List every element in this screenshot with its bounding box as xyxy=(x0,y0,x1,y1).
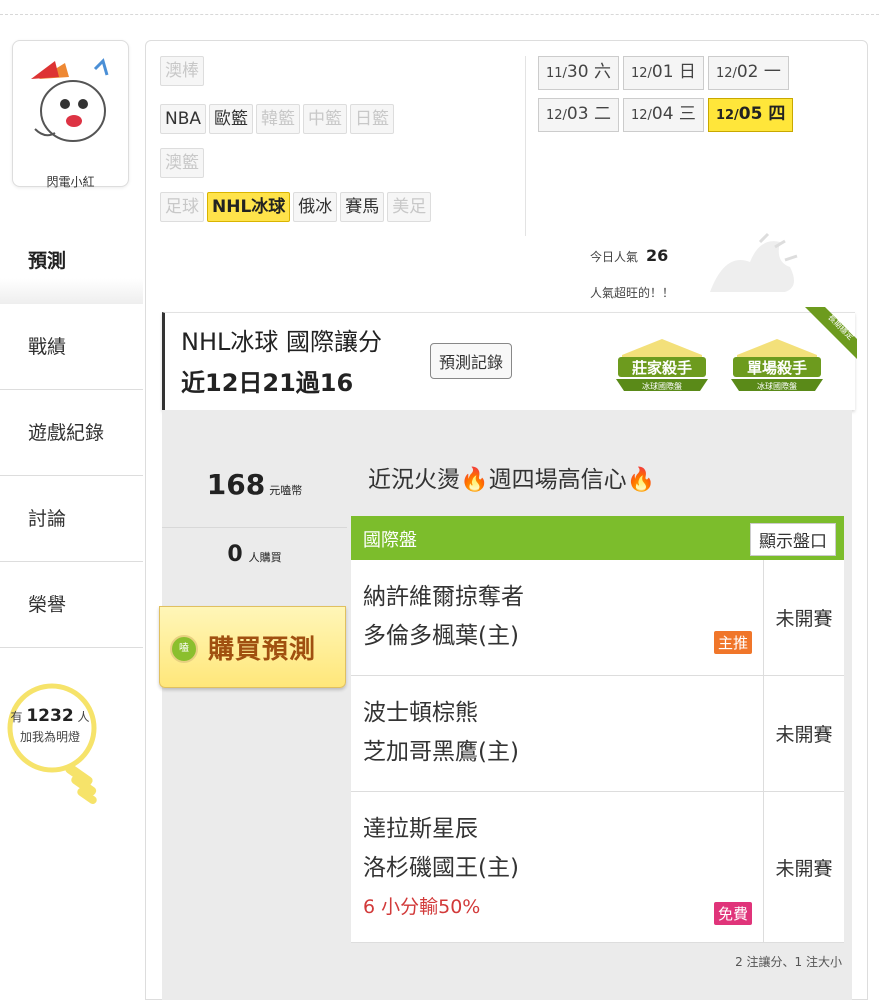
date-month: 11/ xyxy=(546,66,567,81)
user-card[interactable]: 閃電小紅 xyxy=(12,40,129,189)
buyer-unit: 人購買 xyxy=(248,551,282,564)
nav-item-prediction[interactable]: 預測 xyxy=(0,218,143,304)
date-day: 03 二 xyxy=(566,104,611,124)
nav-item-record[interactable]: 戰績 xyxy=(0,304,143,390)
away-team: 納許維爾掠奪者 xyxy=(363,584,524,610)
prediction-title: NHL冰球 國際讓分 xyxy=(181,328,382,356)
date-chip[interactable]: 12/02 一 xyxy=(707,56,789,90)
price-divider xyxy=(162,527,347,528)
date-month: 12/ xyxy=(630,66,652,81)
game-teams: 達拉斯星辰 洛杉磯國王(主) 6 小分輸50% xyxy=(363,810,519,927)
home-team: 洛杉磯國王(主) xyxy=(363,855,519,881)
date-day: 04 三 xyxy=(651,104,696,124)
home-team: 多倫多楓葉(主) xyxy=(363,623,519,649)
date-day: 05 四 xyxy=(738,104,786,124)
date-day: 02 一 xyxy=(736,62,781,82)
date-chip[interactable]: 12/04 三 xyxy=(622,98,704,132)
price-value: 168 xyxy=(206,468,266,501)
date-chip[interactable]: 12/03 二 xyxy=(538,98,619,132)
game-teams: 納許維爾掠奪者 多倫多楓葉(主) xyxy=(363,578,524,656)
prediction-body: 168 元嗑幣 0 人購買 嗑 購買預測 近況火燙🔥週四場高信心🔥 國際盤 顯示盤口… xyxy=(159,410,852,1000)
popularity: 今日人氣 26 xyxy=(590,246,668,265)
fan-number: 1232 xyxy=(26,706,74,726)
sport-chip[interactable]: 澳棒 xyxy=(160,56,204,86)
show-odds-button[interactable]: 顯示盤口 xyxy=(750,523,836,556)
sport-chip[interactable]: 歐籃 xyxy=(209,104,254,134)
prediction-header: NHL冰球 國際讓分 近12日21過16 預測記錄 莊家殺手 冰球國際盤 單場殺… xyxy=(162,307,857,410)
game-row: 達拉斯星辰 洛杉磯國王(主) 6 小分輸50% 免費 未開賽 xyxy=(351,792,844,943)
coin-icon: 嗑 xyxy=(170,635,198,663)
sport-chip[interactable]: 澳籃 xyxy=(160,148,204,178)
avatar xyxy=(25,49,115,159)
date-month: 12/ xyxy=(630,108,652,123)
away-team: 波士頓棕熊 xyxy=(363,700,478,726)
sport-chip[interactable]: 俄冰 xyxy=(293,192,338,222)
bookmaker-killer-badge: 莊家殺手 冰球國際盤 xyxy=(616,339,708,391)
game-row: 納許維爾掠奪者 多倫多楓葉(主) 主推 未開賽 xyxy=(351,560,844,676)
fan-suffix: 人 xyxy=(77,710,90,724)
date-month: 12/ xyxy=(715,66,737,81)
result-note: 6 小分輸50% xyxy=(363,896,481,918)
date-month: 12/ xyxy=(546,108,567,123)
badge1-title: 莊家殺手 xyxy=(632,359,692,377)
price: 168 元嗑幣 xyxy=(162,468,347,501)
prediction-history-button[interactable]: 預測記錄 xyxy=(430,343,513,379)
away-team: 達拉斯星辰 xyxy=(363,816,478,842)
buy-prediction-label: 購買預測 xyxy=(208,635,317,665)
nav-item-game-history[interactable]: 遊戲紀錄 xyxy=(0,390,143,476)
date-filter: 11/30 六 12/01 日 12/02 一12/03 二 12/04 三 12/05… xyxy=(538,56,858,140)
date-day: 01 日 xyxy=(651,62,696,82)
game-panel: 國際盤 顯示盤口 納許維爾掠奪者 多倫多楓葉(主) 主推 未開賽 波士頓棕熊 芝… xyxy=(351,516,844,943)
long-term-stable-ribbon: 長期穩定 xyxy=(805,307,857,359)
date-month: 12/ xyxy=(715,108,739,123)
bet-summary: 2 注讓分、1 注大小 xyxy=(735,955,842,969)
game-status: 未開賽 xyxy=(763,792,844,942)
filter-divider xyxy=(525,56,526,236)
popularity-label: 今日人氣 xyxy=(590,250,639,264)
sport-chip[interactable]: NHL冰球 xyxy=(207,192,291,222)
popularity-value: 26 xyxy=(646,246,669,265)
badge2-sub: 冰球國際盤 xyxy=(757,381,797,391)
buy-prediction-button[interactable]: 嗑 購買預測 xyxy=(159,606,346,688)
side-nav: 預測 戰績 遊戲紀錄 討論 榮譽 xyxy=(0,218,143,648)
buyer-count: 0 人購買 xyxy=(162,542,347,567)
date-chip[interactable]: 11/30 六 xyxy=(538,56,619,90)
fan-caption: 加我為明燈 xyxy=(19,730,80,744)
game-status: 未開賽 xyxy=(763,676,844,791)
sport-chip[interactable]: 美足 xyxy=(387,192,432,222)
nav-item-discussion[interactable]: 討論 xyxy=(0,476,143,562)
prediction-headline: 近況火燙🔥週四場高信心🔥 xyxy=(368,467,656,493)
game-teams: 波士頓棕熊 芝加哥黑鷹(主) xyxy=(363,694,519,772)
sport-chip[interactable]: 日籃 xyxy=(350,104,395,134)
sport-chip[interactable]: NBA xyxy=(160,104,207,134)
sport-chip[interactable]: 足球 xyxy=(160,192,204,222)
date-chip[interactable]: 12/01 日 xyxy=(622,56,704,90)
badge1-sub: 冰球國際盤 xyxy=(642,381,682,391)
sport-chip[interactable]: 中籃 xyxy=(303,104,348,134)
fire-watermark-icon xyxy=(710,232,798,292)
game-row: 波士頓棕熊 芝加哥黑鷹(主) 未開賽 xyxy=(351,676,844,792)
free-tag: 免費 xyxy=(713,902,752,925)
prediction-record: 近12日21過16 xyxy=(181,369,354,397)
fan-count[interactable]: 有 1232 人 加我為明燈 xyxy=(0,706,100,747)
home-team: 芝加哥黑鷹(主) xyxy=(363,739,519,765)
date-day: 30 六 xyxy=(566,62,611,82)
panel-header: 國際盤 顯示盤口 xyxy=(351,516,844,560)
date-chip[interactable]: 12/05 四 xyxy=(707,98,794,132)
sport-chip[interactable]: 賽馬 xyxy=(340,192,385,222)
popularity-note: 人氣超旺的！！ xyxy=(590,286,675,300)
recommend-tag: 主推 xyxy=(713,631,752,654)
nav-item-honor[interactable]: 榮譽 xyxy=(0,562,143,648)
sport-chip[interactable]: 韓籃 xyxy=(256,104,301,134)
buyer-value: 0 xyxy=(227,542,243,567)
top-divider xyxy=(0,0,879,15)
panel-title: 國際盤 xyxy=(363,530,417,551)
price-unit: 元嗑幣 xyxy=(269,484,303,497)
fan-prefix: 有 xyxy=(10,710,23,724)
user-name: 閃電小紅 xyxy=(46,175,95,189)
game-status: 未開賽 xyxy=(763,560,844,675)
